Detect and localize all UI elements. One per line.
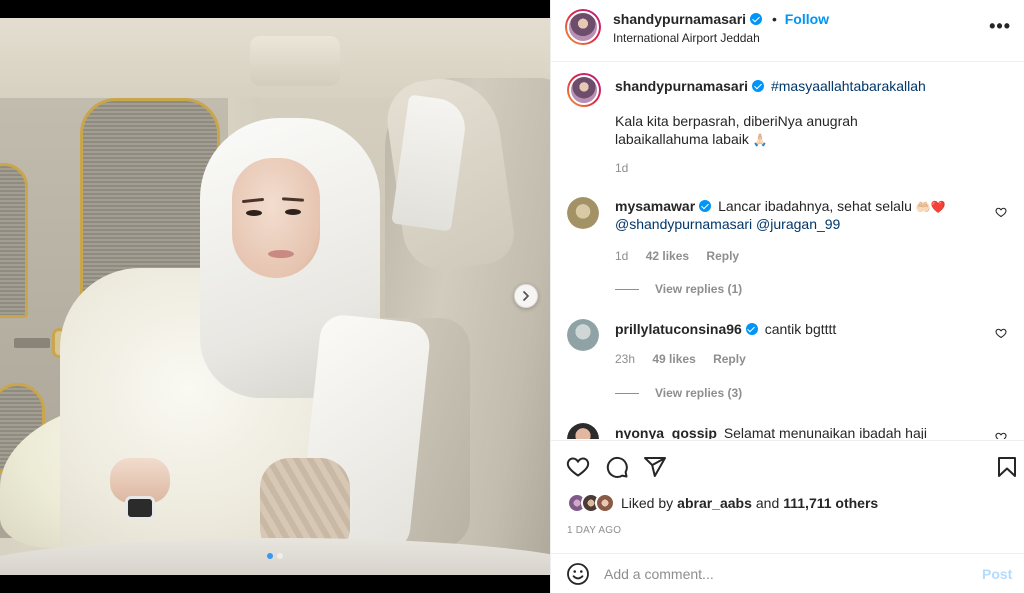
verified-icon <box>752 80 765 92</box>
cabinet-plaque <box>14 338 50 348</box>
comment-item: mysamawar Lancar ibadahnya, sehat selalu… <box>567 191 1007 301</box>
caption-emoji: 🙏🏻 <box>752 133 768 147</box>
eye <box>285 209 301 215</box>
action-bar: Liked by abrar_aabs and 111,711 others 1… <box>551 440 1024 552</box>
comment-composer: Post <box>551 553 1024 593</box>
comment-mentions[interactable]: @shandypurnamasari @juragan_99 <box>615 215 840 233</box>
replies-divider <box>615 288 639 290</box>
view-replies-label: View replies (3) <box>655 386 743 400</box>
eye <box>246 210 262 216</box>
carousel-next-button[interactable] <box>514 284 538 308</box>
comment-time: 1d <box>615 249 629 263</box>
comment-item: nyonya_gossip Selamat menunaikan ibadah … <box>567 419 1007 439</box>
comment-text: Lancar ibadahnya, sehat selalu <box>718 198 912 214</box>
heart-icon[interactable] <box>566 455 590 479</box>
face <box>232 158 320 278</box>
commenter-username[interactable]: nyonya_gossip <box>615 425 717 439</box>
caption-username[interactable]: shandypurnamasari <box>615 78 748 94</box>
comment-reply-button[interactable]: Reply <box>706 249 739 263</box>
post-photo[interactable] <box>0 18 550 575</box>
cabinet-grille <box>0 163 28 318</box>
post-media <box>0 0 550 593</box>
likes-count[interactable]: 111,711 others <box>783 495 878 511</box>
share-icon[interactable] <box>643 455 667 479</box>
comment-text: Selamat menunaikan ibadah haji <box>723 425 927 439</box>
likes-joiner: and <box>755 495 780 511</box>
likes-summary: Liked by abrar_aabs and 111,711 others <box>567 493 878 513</box>
comments-list[interactable]: shandypurnamasari #masyaallahtabarakalla… <box>551 63 1024 439</box>
post-comment-button[interactable]: Post <box>982 566 1012 582</box>
heart-icon[interactable] <box>995 431 1007 439</box>
emoji-icon[interactable] <box>566 562 590 586</box>
view-replies-button[interactable]: View replies (1) <box>615 282 742 296</box>
verified-icon <box>699 200 712 212</box>
commenter-username[interactable]: prillylatuconsina96 <box>615 321 742 337</box>
post-header: shandypurnamasari • Follow International… <box>551 0 1024 62</box>
heart-icon[interactable] <box>995 327 1007 339</box>
heart-icon[interactable] <box>995 206 1007 218</box>
chevron-right-icon <box>523 291 529 301</box>
carousel-dot-active <box>267 553 273 559</box>
caption-hashtag[interactable]: #masyaallahtabarakallah <box>771 78 926 94</box>
commenter-avatar[interactable] <box>567 423 599 439</box>
comment-emoji: 🤲🏻❤️ <box>915 200 946 214</box>
comment-item: prillylatuconsina96 cantik bgtttt 23h 49… <box>567 315 1007 405</box>
comment-time: 23h <box>615 352 636 366</box>
verified-icon <box>750 13 763 25</box>
more-icon[interactable]: ••• <box>989 16 1011 37</box>
comment-input[interactable] <box>604 565 974 582</box>
likes-prefix: Liked by <box>621 495 674 511</box>
commenter-avatar[interactable] <box>567 319 599 351</box>
carousel-dot <box>277 553 283 559</box>
bookmark-icon[interactable] <box>995 455 1019 479</box>
overhead-bin <box>250 36 340 86</box>
commenter-avatar[interactable] <box>567 197 599 229</box>
comment-meta: 1d 42 likes Reply <box>615 249 739 263</box>
liker-username[interactable]: abrar_aabs <box>677 495 752 511</box>
comment-likes[interactable]: 49 likes <box>652 352 695 366</box>
lips <box>268 250 294 258</box>
post-side-panel: shandypurnamasari • Follow International… <box>550 0 1024 593</box>
caption-avatar[interactable] <box>567 73 601 107</box>
commenter-username[interactable]: mysamawar <box>615 198 695 214</box>
view-replies-label: View replies (1) <box>655 282 743 296</box>
verified-icon <box>745 323 758 335</box>
comment-reply-button[interactable]: Reply <box>713 352 746 366</box>
replies-divider <box>615 392 639 394</box>
comment-meta: 23h 49 likes Reply <box>615 352 746 366</box>
author-username[interactable]: shandypurnamasari <box>613 11 746 27</box>
post-timestamp[interactable]: 1 DAY AGO <box>567 525 621 536</box>
caption-time: 1d <box>615 161 629 175</box>
post-location[interactable]: International Airport Jeddah <box>613 31 760 45</box>
comment-likes[interactable]: 42 likes <box>646 249 689 263</box>
comment-text: cantik bgtttt <box>764 321 837 337</box>
caption-line-2: labaikallahuma labaik <box>615 131 749 147</box>
liker-avatar[interactable] <box>595 493 615 513</box>
caption: shandypurnamasari #masyaallahtabarakalla… <box>567 73 1007 183</box>
author-avatar[interactable] <box>565 9 601 45</box>
caption-line-1: Kala kita berpasrah, diberiNya anugrah <box>615 113 858 129</box>
liker-avatars <box>567 493 617 513</box>
comment-icon[interactable] <box>605 455 629 479</box>
watch <box>125 496 155 520</box>
follow-button[interactable]: Follow <box>785 11 829 27</box>
view-replies-button[interactable]: View replies (3) <box>615 386 742 400</box>
carousel-indicator <box>267 553 283 559</box>
separator-dot: • <box>771 11 777 27</box>
